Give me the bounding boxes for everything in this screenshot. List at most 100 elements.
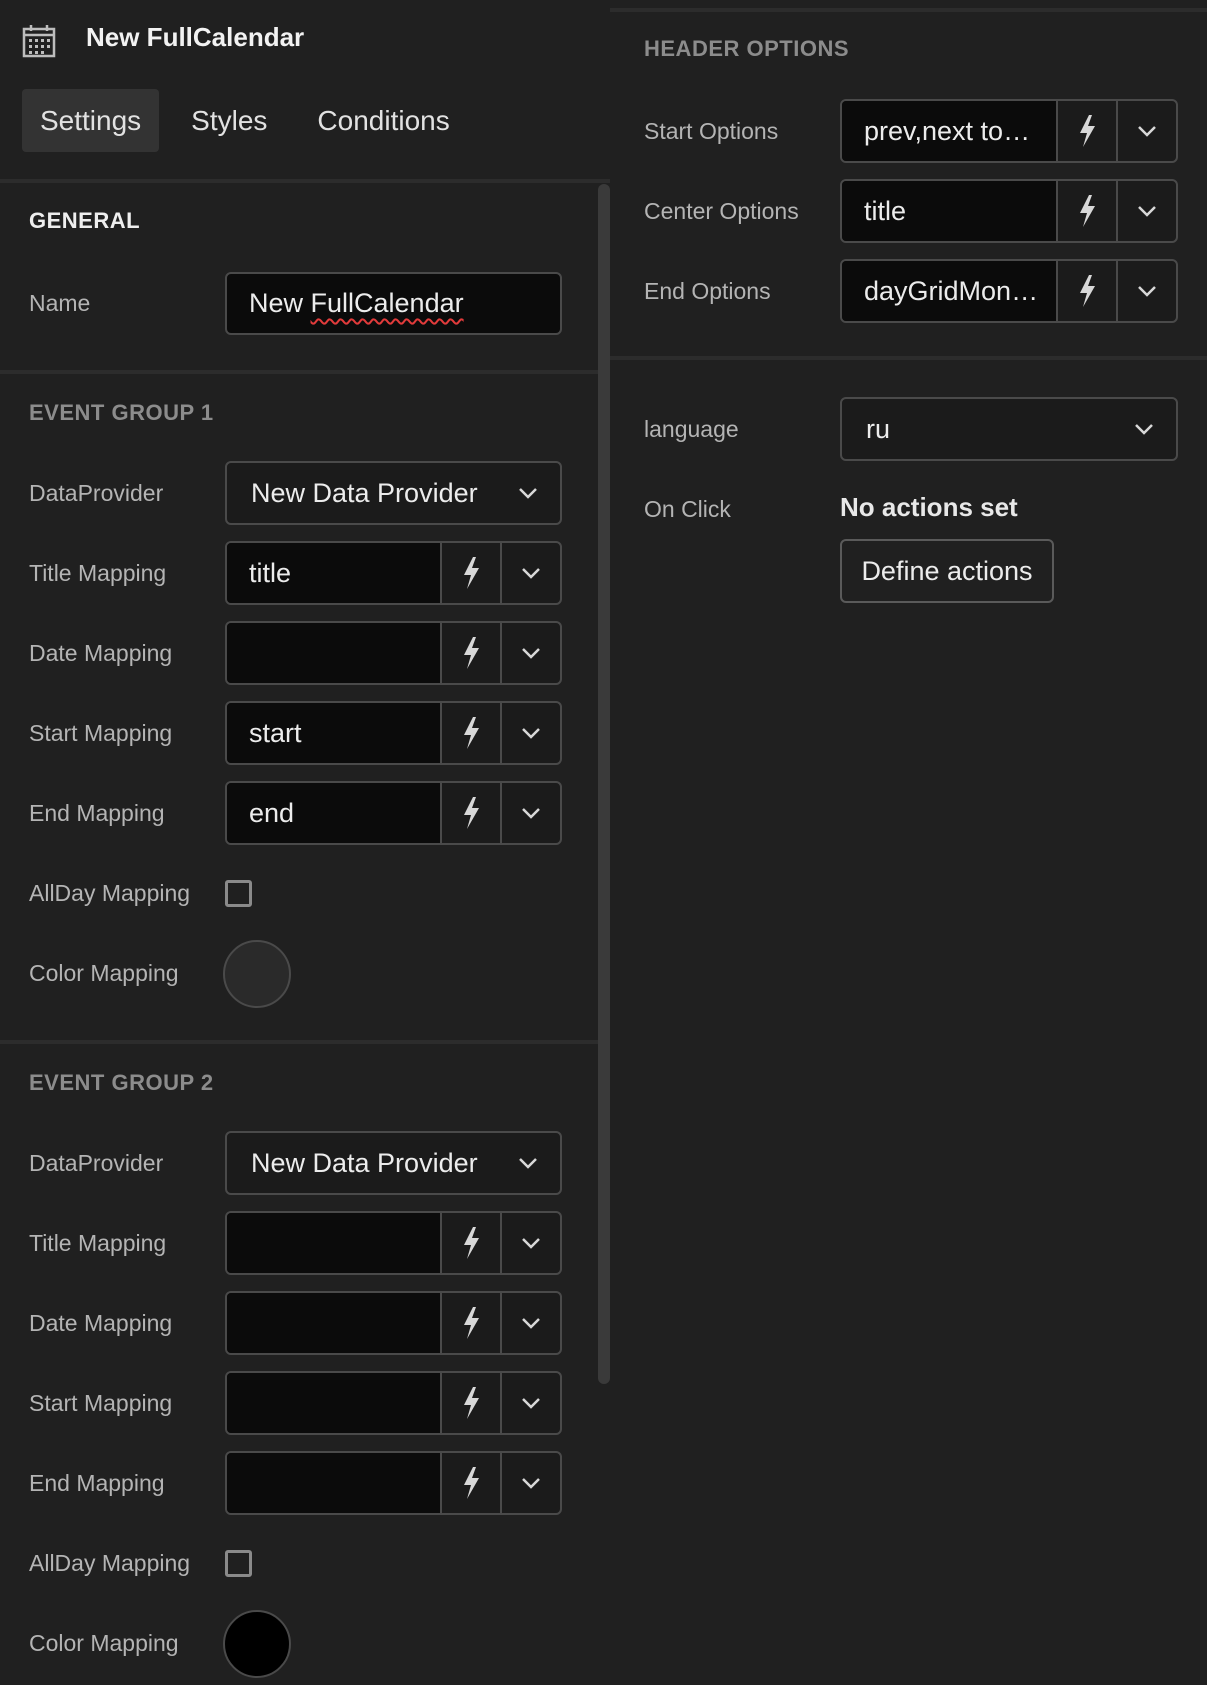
lightning-bolt-icon (464, 1227, 479, 1259)
chevron-down-icon (519, 1158, 537, 1169)
bind-button[interactable] (440, 543, 500, 603)
end-mapping-input[interactable] (227, 1453, 440, 1513)
lightning-bolt-icon (464, 797, 479, 829)
name-value-misspelled: FullCalendar (310, 288, 464, 318)
dropdown-button[interactable] (1116, 181, 1176, 241)
calendar-icon (22, 25, 56, 58)
dataprovider-select[interactable]: New Data Provider (225, 1131, 562, 1195)
chevron-down-icon (522, 1478, 540, 1489)
chevron-down-icon (522, 568, 540, 579)
title-mapping-input[interactable] (227, 1213, 440, 1273)
tab-settings[interactable]: Settings (22, 89, 160, 152)
date-mapping-field (225, 621, 562, 685)
end-options-input[interactable]: dayGridMon… (842, 261, 1056, 321)
bind-button[interactable] (1056, 101, 1116, 161)
bind-button[interactable] (1056, 261, 1116, 321)
language-select[interactable]: ru (840, 397, 1178, 461)
title-mapping-label: Title Mapping (29, 1230, 167, 1256)
date-mapping-input[interactable] (227, 623, 440, 683)
divider (0, 1040, 598, 1044)
lightning-bolt-icon (464, 557, 479, 589)
section-heading-event-group-2: EVENT GROUP 2 (29, 1070, 214, 1095)
center-options-field: title (840, 179, 1178, 243)
color-mapping-label: Color Mapping (29, 960, 179, 986)
dropdown-button[interactable] (500, 1293, 560, 1353)
start-mapping-input[interactable]: start (227, 703, 440, 763)
bind-button[interactable] (440, 703, 500, 763)
tab-conditions[interactable]: Conditions (299, 89, 467, 152)
dropdown-button[interactable] (1116, 101, 1176, 161)
lightning-bolt-icon (464, 1467, 479, 1499)
color-mapping-swatch[interactable] (223, 940, 291, 1008)
language-label: language (644, 416, 739, 442)
date-mapping-input[interactable] (227, 1293, 440, 1353)
dropdown-button[interactable] (500, 1453, 560, 1513)
end-mapping-field: end (225, 781, 562, 845)
start-mapping-input[interactable] (227, 1373, 440, 1433)
language-value: ru (866, 413, 891, 444)
end-mapping-field (225, 1451, 562, 1515)
title-mapping-input[interactable]: title (227, 543, 440, 603)
end-mapping-input[interactable]: end (227, 783, 440, 843)
name-label: Name (29, 290, 91, 316)
section-heading-event-group-1: EVENT GROUP 1 (29, 400, 214, 425)
divider (610, 356, 1207, 360)
dropdown-button[interactable] (500, 703, 560, 763)
dropdown-button[interactable] (1116, 261, 1176, 321)
dropdown-button[interactable] (500, 623, 560, 683)
bind-button[interactable] (1056, 181, 1116, 241)
date-mapping-label: Date Mapping (29, 1310, 173, 1336)
chevron-down-icon (522, 1318, 540, 1329)
center-options-input[interactable]: title (842, 181, 1056, 241)
date-mapping-label: Date Mapping (29, 640, 173, 666)
allday-mapping-checkbox[interactable] (225, 880, 252, 907)
chevron-down-icon (1135, 424, 1153, 435)
dataprovider-value: New Data Provider (251, 477, 478, 508)
dropdown-button[interactable] (500, 543, 560, 603)
bind-button[interactable] (440, 1373, 500, 1433)
start-options-label: Start Options (644, 118, 779, 144)
allday-mapping-label: AllDay Mapping (29, 880, 191, 906)
divider (610, 8, 1207, 12)
section-heading-header-options: HEADER OPTIONS (644, 36, 850, 61)
define-actions-button[interactable]: Define actions (840, 539, 1054, 603)
dropdown-button[interactable] (500, 783, 560, 843)
bind-button[interactable] (440, 783, 500, 843)
bind-button[interactable] (440, 1453, 500, 1513)
end-options-label: End Options (644, 278, 771, 304)
lightning-bolt-icon (1080, 195, 1095, 227)
on-click-status: No actions set (840, 492, 1018, 522)
divider (0, 179, 610, 183)
center-options-label: Center Options (644, 198, 799, 224)
dropdown-button[interactable] (500, 1373, 560, 1433)
name-input[interactable]: New FullCalendar (225, 272, 562, 335)
bind-button[interactable] (440, 623, 500, 683)
chevron-down-icon (1138, 206, 1156, 217)
left-panel: New FullCalendar Settings Styles Conditi… (0, 0, 610, 1685)
lightning-bolt-icon (464, 637, 479, 669)
on-click-label: On Click (644, 496, 731, 522)
allday-mapping-checkbox[interactable] (225, 1550, 252, 1577)
dataprovider-select[interactable]: New Data Provider (225, 461, 562, 525)
chevron-down-icon (1138, 126, 1156, 137)
lightning-bolt-icon (464, 717, 479, 749)
chevron-down-icon (522, 808, 540, 819)
start-options-field: prev,next to… (840, 99, 1178, 163)
component-title: New FullCalendar (86, 22, 305, 52)
chevron-down-icon (522, 728, 540, 739)
start-mapping-field: start (225, 701, 562, 765)
color-mapping-swatch[interactable] (223, 1610, 291, 1678)
start-options-input[interactable]: prev,next to… (842, 101, 1056, 161)
chevron-down-icon (519, 488, 537, 499)
tab-styles[interactable]: Styles (173, 89, 285, 152)
chevron-down-icon (1138, 286, 1156, 297)
bind-button[interactable] (440, 1213, 500, 1273)
dropdown-button[interactable] (500, 1213, 560, 1273)
title-mapping-label: Title Mapping (29, 560, 167, 586)
start-mapping-label: Start Mapping (29, 720, 173, 746)
scrollbar[interactable] (598, 184, 610, 1384)
dataprovider-label: DataProvider (29, 1150, 164, 1176)
bind-button[interactable] (440, 1293, 500, 1353)
section-heading-general: GENERAL (29, 208, 141, 233)
chevron-down-icon (522, 1238, 540, 1249)
